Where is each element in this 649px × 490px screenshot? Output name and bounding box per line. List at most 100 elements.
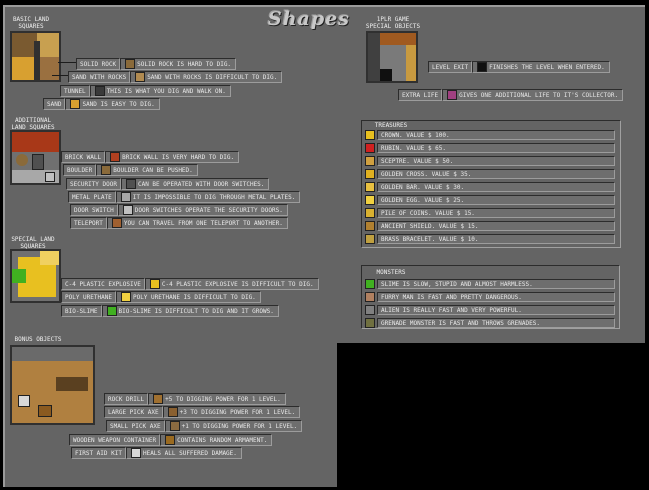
treasures-item: Golden bar. Value $ 30.: [365, 182, 615, 192]
additional-description: Boulder can be pushed.: [96, 164, 198, 176]
treasures-item: Sceptre. Value $ 50.: [365, 156, 615, 166]
additional-description: Brick wall is very hard to dig.: [105, 151, 240, 163]
basic-description-text: This is what you dig and walk on.: [106, 87, 226, 95]
bio-slime-tile-icon: [106, 306, 117, 316]
treasures-text: Golden cross. Value $ 35.: [377, 169, 615, 179]
level-exit-icon: [477, 62, 488, 72]
golden-cross-icon: [365, 169, 375, 179]
additional-row: Door Switch Door switches operate the sec…: [70, 204, 288, 216]
rubin-icon: [365, 143, 375, 153]
additional-row: Metal Plate It is impossible to dig throu…: [68, 191, 301, 203]
monsters-item: Alien is really fast and very powerful.: [365, 305, 615, 315]
additional-row: Boulder Boulder can be pushed.: [63, 164, 198, 176]
monsters-item: Slime is slow, stupid and almost harmles…: [365, 279, 615, 289]
large-pick-axe-icon: [167, 407, 178, 417]
special-objects-thumbnail: [366, 31, 418, 83]
special-objects-heading: 1plr game special objects: [365, 16, 421, 30]
alien-icon: [365, 305, 375, 315]
treasures-text: Crown. Value $ 100.: [377, 130, 615, 140]
bonus-label: Small Pick Axe: [106, 420, 165, 432]
special-description-text: Bio-slime is difficult to dig and it gro…: [118, 307, 274, 315]
additional-label: Door Switch: [70, 204, 118, 216]
first-aid-icon: [130, 448, 141, 458]
basic-row: Solid Rock Solid rock is hard to dig.: [76, 58, 237, 70]
monsters-item: Furry man is fast and pretty dangerous.: [365, 292, 615, 302]
monsters-heading: Monsters: [376, 269, 406, 276]
small-pick-axe-icon: [169, 421, 180, 431]
basic-label: Solid Rock: [76, 58, 121, 70]
basic-description: Solid rock is hard to dig.: [120, 58, 237, 70]
monsters-text: Alien is really fast and very powerful.: [377, 305, 615, 315]
additional-row: Teleport You can travel from one teleport…: [70, 217, 288, 229]
bracelet-icon: [365, 234, 375, 244]
basic-description-text: Sand is easy to dig.: [82, 100, 155, 108]
special-row: Poly Urethane Poly urethane is difficult …: [61, 291, 261, 303]
monsters-panel: Monsters Slime is slow, stupid and almos…: [361, 265, 620, 329]
bonus-label: Large Pick Axe: [104, 406, 163, 418]
additional-description: Can be operated with door switches.: [120, 178, 270, 190]
metal-plate-tile-icon: [120, 192, 131, 202]
brick-wall-tile-icon: [110, 152, 121, 162]
basic-description-text: Sand with rocks is difficult to dig.: [147, 73, 278, 81]
bonus-description: Contains random armament.: [160, 434, 273, 446]
treasures-item: Ancient shield. Value $ 15.: [365, 221, 615, 231]
poly-urethane-tile-icon: [120, 292, 131, 302]
treasures-text: Golden bar. Value $ 30.: [377, 182, 615, 192]
additional-description: It is impossible to dig through metal pl…: [115, 191, 301, 203]
special_objects-description: Finishes the level when entered.: [472, 61, 610, 73]
additional-label: Brick Wall: [61, 151, 106, 163]
bonus-label: Rock Drill: [104, 393, 149, 405]
bonus-description-text: Heals all suffered damage.: [142, 449, 237, 457]
special_objects-label: Extra Life: [398, 89, 443, 101]
basic-label: Tunnel: [60, 85, 90, 97]
treasures-item: Brass bracelet. Value $ 10.: [365, 234, 615, 244]
bonus-thumbnail: [10, 345, 95, 425]
additional-description-text: You can travel from one teleport to anot…: [123, 219, 283, 227]
special-label: C-4 Plastic Explosive: [61, 278, 145, 290]
treasures-text: Golden egg. Value $ 25.: [377, 195, 615, 205]
special_objects-row: Level Exit Finishes the level when entere…: [428, 61, 610, 73]
treasures-item: Crown. Value $ 100.: [365, 130, 615, 140]
treasures-text: Brass bracelet. Value $ 10.: [377, 234, 615, 244]
coins-icon: [365, 208, 375, 218]
board: Shapes Basic Land Squares Solid Rock Soli…: [0, 0, 649, 490]
sand-tile-icon: [70, 99, 81, 109]
sand-rocks-tile-icon: [135, 72, 146, 82]
monsters-text: Grenade monster is fast and throws grena…: [377, 318, 615, 328]
special-description: Bio-slime is difficult to dig and it gro…: [101, 305, 279, 317]
treasures-text: Pile of coins. Value $ 15.: [377, 208, 615, 218]
additional-row: Security Door Can be operated with door s…: [66, 178, 270, 190]
special-description: Poly urethane is difficult to dig.: [115, 291, 261, 303]
grenade-monster-icon: [365, 318, 375, 328]
furry-man-icon: [365, 292, 375, 302]
crown-icon: [365, 130, 375, 140]
extra-life-icon: [447, 90, 458, 100]
shield-icon: [365, 221, 375, 231]
basic-description: This is what you dig and walk on.: [89, 85, 231, 97]
additional-description-text: It is impossible to dig through metal pl…: [132, 193, 296, 201]
bonus-description: Heals all suffered damage.: [125, 447, 242, 459]
rock-drill-icon: [153, 394, 164, 404]
special_objects-description: Gives one additional life to it's collec…: [442, 89, 624, 101]
treasures-panel: Treasures Crown. Value $ 100. Rubin. Valu…: [361, 120, 621, 248]
additional-description-text: Brick wall is very hard to dig.: [122, 153, 235, 161]
bonus-description-text: Contains random armament.: [177, 436, 268, 444]
special-row: Bio-Slime Bio-slime is difficult to dig a…: [61, 305, 279, 317]
additional-description: You can travel from one teleport to anot…: [106, 217, 288, 229]
slime-icon: [365, 279, 375, 289]
basic-row: Sand Sand is easy to dig.: [43, 98, 160, 110]
special_objects-row: Extra Life Gives one additional life to i…: [398, 89, 624, 101]
monsters-text: Furry man is fast and pretty dangerous.: [377, 292, 615, 302]
special-description: C-4 plastic explosive is difficult to di…: [144, 278, 319, 290]
special-description-text: C-4 plastic explosive is difficult to di…: [161, 280, 314, 288]
monsters-text: Slime is slow, stupid and almost harmles…: [377, 279, 615, 289]
special-description-text: Poly urethane is difficult to dig.: [132, 293, 256, 301]
bonus-description-text: +3 to digging power for 1 level.: [179, 408, 296, 416]
tunnel-tile-icon: [94, 86, 105, 96]
special-heading: Special Land Squares: [11, 236, 55, 250]
bonus-label: Wooden Weapon Container: [69, 434, 161, 446]
bonus-row: Wooden Weapon Container Contains random a…: [69, 434, 273, 446]
basic-heading: Basic Land Squares: [12, 16, 50, 30]
additional-label: Security Door: [66, 178, 121, 190]
basic-row: Sand with Rocks Sand with rocks is diffic…: [68, 71, 283, 83]
